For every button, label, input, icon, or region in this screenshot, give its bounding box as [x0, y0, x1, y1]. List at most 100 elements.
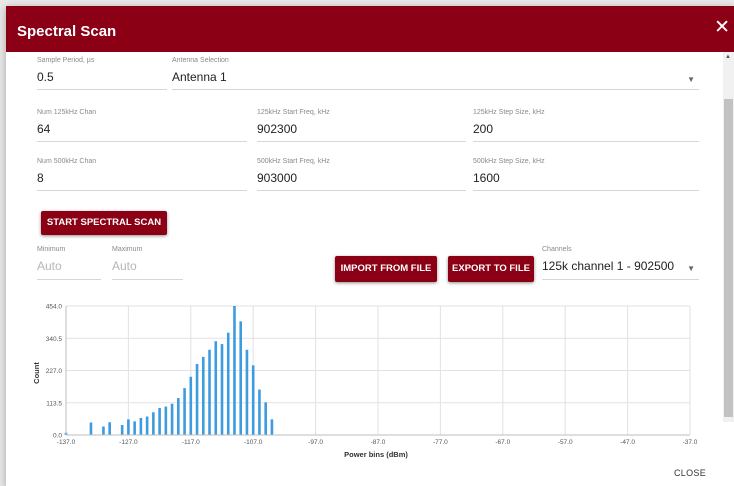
- x-tick-label: -97.0: [308, 439, 323, 446]
- minimum-field[interactable]: Minimum Auto: [37, 246, 101, 280]
- y-tick-label: 454.0: [46, 304, 63, 311]
- antenna-value: Antenna 1: [172, 70, 227, 84]
- antenna-label: Antenna Selection: [172, 57, 229, 64]
- x-tick-label: -107.0: [244, 439, 263, 446]
- histogram-bar: [120, 425, 124, 435]
- x-axis-label: Power bins (dBm): [344, 450, 408, 459]
- histogram-bar: [145, 416, 149, 435]
- x-tick-label: -127.0: [119, 439, 138, 446]
- num-125-value: 64: [37, 122, 51, 136]
- histogram-bar: [164, 406, 168, 435]
- histogram-bar: [158, 408, 161, 435]
- x-tick-label: -117.0: [182, 439, 200, 446]
- histogram-bar: [177, 398, 180, 435]
- maximum-placeholder: Auto: [112, 259, 137, 273]
- num-125-field[interactable]: Num 125kHz Chan 64: [37, 109, 247, 142]
- x-tick-labels: -137.0 -127.0 -117.0 -107.0 -97.0 -87.0 -77.0 -…: [57, 439, 698, 446]
- start-spectral-scan-button[interactable]: START SPECTRAL SCAN: [41, 211, 167, 235]
- histogram-bar: [270, 419, 274, 435]
- minimum-label: Minimum: [37, 246, 66, 253]
- step-125-value: 200: [473, 122, 494, 136]
- channels-select[interactable]: Channels 125k channel 1 - 902500 ▼: [542, 246, 699, 280]
- x-tick-label: -87.0: [371, 439, 386, 446]
- dialog-titlebar: Spectral Scan ✕: [6, 6, 734, 52]
- histogram-bar: [208, 349, 211, 435]
- antenna-select[interactable]: Antenna Selection Antenna 1 ▼: [172, 57, 699, 90]
- scroll-up-icon[interactable]: ▲: [725, 54, 731, 60]
- y-tick-label: 340.5: [46, 336, 63, 343]
- channels-label: Channels: [542, 246, 572, 253]
- histogram-bar: [220, 344, 224, 435]
- step-125-field[interactable]: 125kHz Step Size, kHz 200: [473, 109, 699, 142]
- x-tick-label: -67.0: [495, 439, 510, 446]
- y-tick-labels: 0.0113.5227.0340.5454.0: [46, 304, 63, 440]
- dialog-scrollbar[interactable]: ▲: [723, 52, 734, 422]
- histogram-bar: [133, 421, 136, 435]
- y-tick-label: 227.0: [46, 368, 63, 375]
- minimum-underline: [37, 279, 101, 280]
- antenna-dropdown-icon: ▼: [687, 75, 695, 84]
- start-500-label: 500kHz Start Freq, kHz: [257, 158, 330, 165]
- histogram-bar: [108, 422, 111, 435]
- histogram-bar: [183, 388, 186, 435]
- step-125-underline: [473, 141, 699, 142]
- histogram-bar: [89, 422, 93, 435]
- step-500-underline: [473, 190, 699, 191]
- histogram-bar: [195, 363, 199, 435]
- step-500-label: 500kHz Step Size, kHz: [473, 158, 545, 165]
- step-125-label: 125kHz Step Size, kHz: [473, 109, 545, 116]
- maximum-label: Maximum: [112, 246, 143, 253]
- histogram-bar: [233, 306, 236, 435]
- start-500-field[interactable]: 500kHz Start Freq, kHz 903000: [257, 158, 466, 191]
- num-500-underline: [37, 190, 247, 191]
- start-500-value: 903000: [257, 171, 298, 185]
- start-125-label: 125kHz Start Freq, kHz: [257, 109, 330, 116]
- histogram-bar: [226, 332, 230, 435]
- spectral-scan-dialog: Spectral Scan ✕ Sample Period, µs 0.5 An…: [6, 6, 734, 486]
- histogram-bar: [170, 403, 174, 435]
- x-tick-label: -37.0: [683, 439, 698, 446]
- sample-period-value: 0.5: [37, 70, 54, 84]
- close-button[interactable]: CLOSE: [674, 468, 706, 478]
- start-125-field[interactable]: 125kHz Start Freq, kHz 902300: [257, 109, 466, 142]
- channels-underline: [542, 279, 699, 280]
- import-from-file-button[interactable]: IMPORT FROM FILE: [335, 256, 437, 282]
- scrollbar-thumb[interactable]: [724, 99, 733, 417]
- histogram-bar: [258, 389, 261, 435]
- sample-period-underline: [37, 89, 167, 90]
- sample-period-label: Sample Period, µs: [37, 57, 95, 64]
- histogram-bar: [201, 356, 205, 435]
- start-125-underline: [257, 141, 466, 142]
- y-tick-label: 113.5: [46, 400, 62, 407]
- power-histogram-chart: 0.0113.5227.0340.5454.0 -137.0 -127.0 -117…: [32, 304, 698, 460]
- x-tick-label: -137.0: [57, 439, 76, 446]
- sample-period-field[interactable]: Sample Period, µs 0.5: [37, 57, 167, 90]
- start-125-value: 902300: [257, 122, 298, 136]
- y-axis-label: Count: [32, 362, 41, 384]
- histogram-bar: [102, 426, 105, 435]
- histogram-bar: [152, 412, 155, 435]
- histogram-bar: [127, 419, 130, 435]
- minimum-placeholder: Auto: [37, 259, 62, 273]
- x-tick-label: -77.0: [433, 439, 448, 446]
- histogram-bar: [189, 376, 193, 435]
- histogram-bar: [139, 417, 143, 435]
- step-500-value: 1600: [473, 171, 500, 185]
- x-tick-label: -47.0: [620, 439, 635, 446]
- channels-dropdown-icon: ▼: [687, 264, 695, 273]
- maximum-field[interactable]: Maximum Auto: [112, 246, 183, 280]
- num-500-field[interactable]: Num 500kHz Chan 8: [37, 158, 247, 191]
- histogram-bar: [245, 349, 249, 435]
- num-125-label: Num 125kHz Chan: [37, 109, 97, 116]
- close-icon[interactable]: ✕: [714, 18, 730, 37]
- step-500-field[interactable]: 500kHz Step Size, kHz 1600: [473, 158, 699, 191]
- histogram-bar: [239, 321, 243, 435]
- num-500-value: 8: [37, 171, 44, 185]
- histogram-bar: [251, 365, 255, 435]
- channels-value: 125k channel 1 - 902500: [542, 259, 675, 273]
- start-500-underline: [257, 190, 466, 191]
- export-to-file-button[interactable]: EXPORT TO FILE: [448, 256, 534, 282]
- num-500-label: Num 500kHz Chan: [37, 158, 97, 165]
- maximum-underline: [112, 279, 183, 280]
- histogram-bar: [264, 402, 267, 435]
